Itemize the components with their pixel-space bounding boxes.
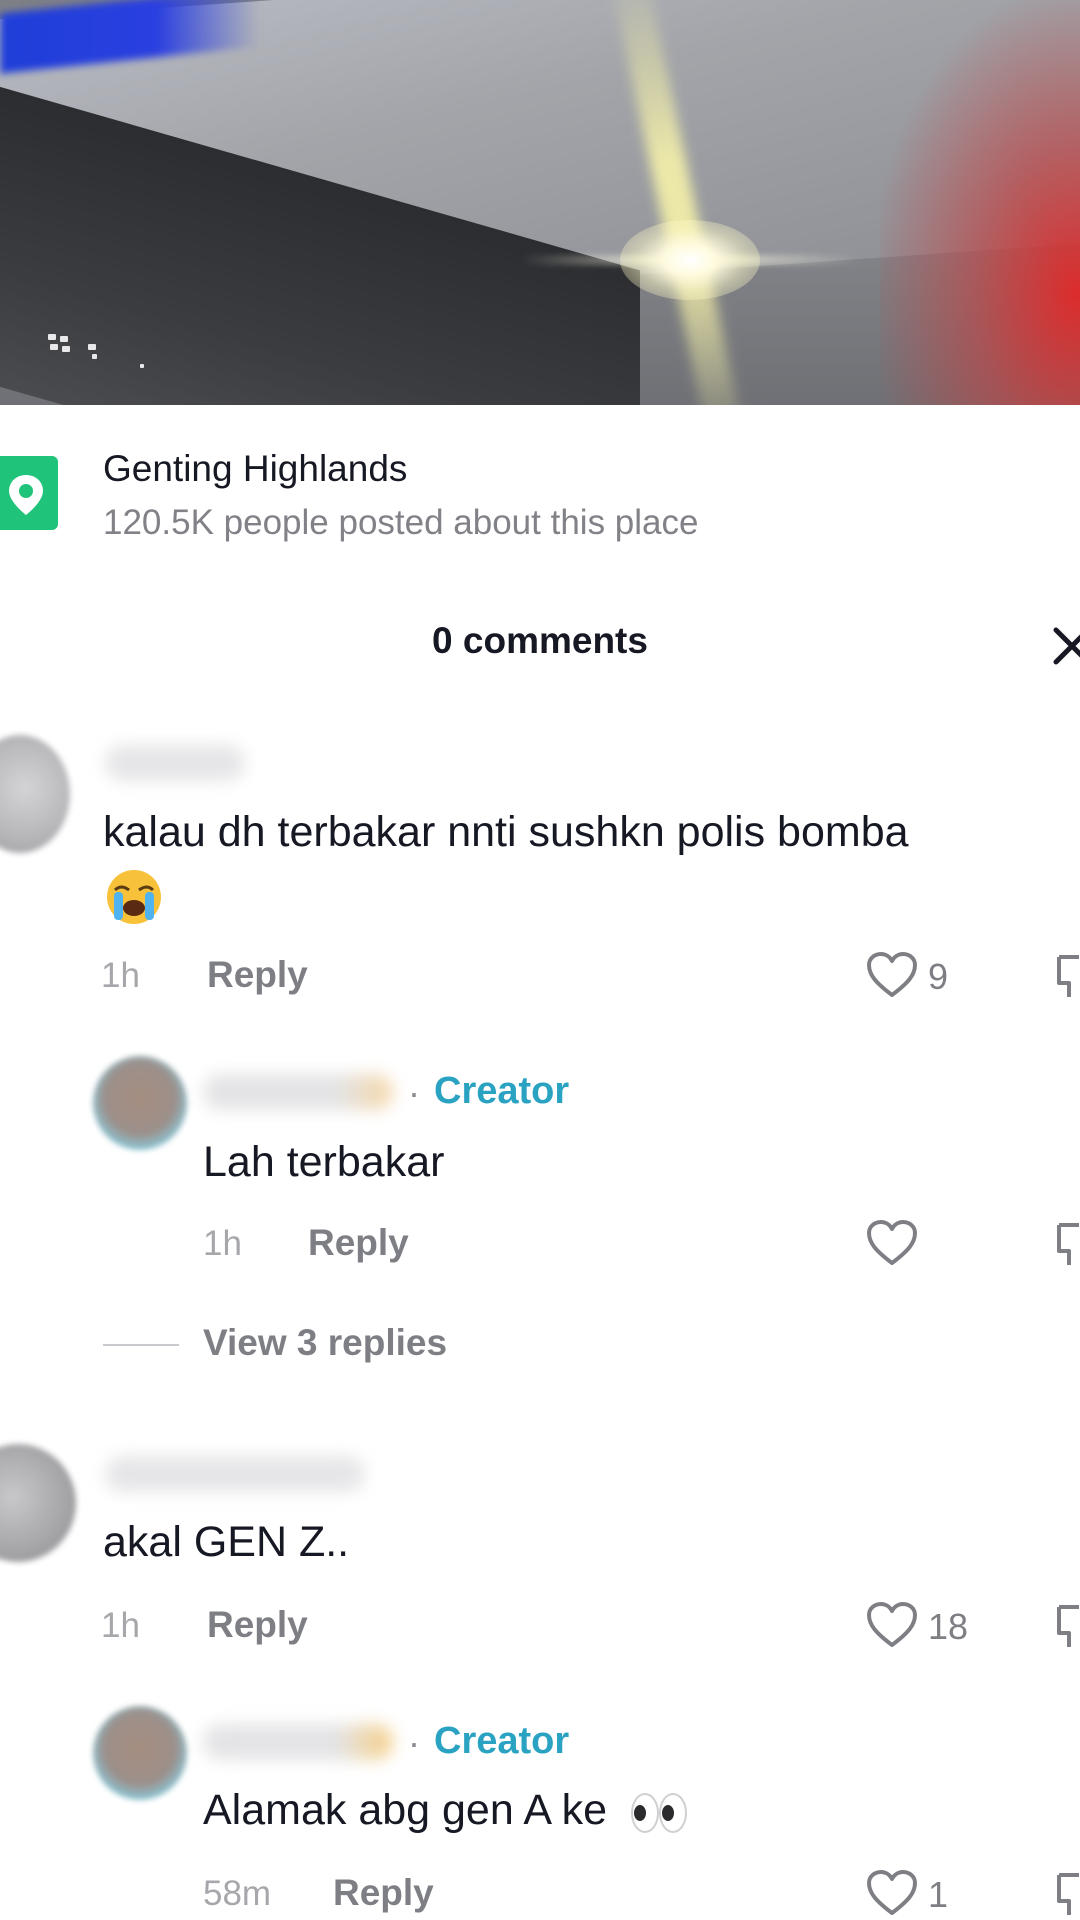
reply-text: Lah terbakar bbox=[203, 1138, 445, 1186]
creator-badge: Creator bbox=[434, 1070, 570, 1112]
creator-separator: · bbox=[408, 1722, 420, 1763]
username-blurred[interactable] bbox=[105, 1456, 365, 1492]
heart-icon[interactable] bbox=[866, 1869, 918, 1917]
avatar[interactable] bbox=[0, 735, 70, 853]
video-light-flare bbox=[620, 220, 760, 300]
view-replies-divider bbox=[103, 1344, 179, 1346]
comments-screen: Genting Highlands 120.5K people posted a… bbox=[0, 0, 1080, 1920]
avatar[interactable] bbox=[0, 1444, 76, 1562]
dislike-icon[interactable] bbox=[1055, 953, 1080, 1001]
crying-face-emoji bbox=[105, 868, 163, 931]
reply-text-content: Alamak abg gen A ke bbox=[203, 1786, 608, 1834]
heart-icon[interactable] bbox=[866, 1219, 918, 1267]
location-badge bbox=[0, 456, 58, 530]
heart-icon[interactable] bbox=[866, 951, 918, 999]
comment-text: akal GEN Z.. bbox=[103, 1518, 350, 1566]
video-lights bbox=[20, 330, 160, 370]
reply-button[interactable]: Reply bbox=[207, 954, 308, 996]
location-title[interactable]: Genting Highlands bbox=[103, 448, 407, 490]
username-blurred[interactable] bbox=[203, 1724, 393, 1760]
location-row[interactable]: Genting Highlands 120.5K people posted a… bbox=[0, 440, 1080, 550]
location-subtitle: 120.5K people posted about this place bbox=[103, 503, 699, 542]
comments-count-title: 0 comments bbox=[432, 620, 648, 661]
avatar[interactable] bbox=[93, 1706, 187, 1800]
dislike-icon[interactable] bbox=[1055, 1603, 1080, 1651]
username-blurred[interactable] bbox=[203, 1074, 393, 1110]
comment-text-content: kalau dh terbakar nnti sushkn polis bomb… bbox=[103, 808, 909, 856]
location-pin-icon bbox=[9, 475, 43, 515]
dislike-icon[interactable] bbox=[1055, 1871, 1080, 1919]
comment-text: kalau dh terbakar nnti sushkn polis bomb… bbox=[103, 808, 909, 857]
comments-header: 0 comments bbox=[0, 620, 1080, 680]
reply-button[interactable]: Reply bbox=[333, 1872, 434, 1914]
video-red-light bbox=[880, 0, 1080, 405]
username-blurred[interactable] bbox=[105, 745, 245, 781]
eyes-emoji bbox=[630, 1792, 687, 1833]
view-replies-button[interactable]: View 3 replies bbox=[203, 1322, 447, 1364]
video-frame[interactable] bbox=[0, 0, 1080, 405]
avatar[interactable] bbox=[93, 1056, 187, 1150]
reply-text: Alamak abg gen A ke bbox=[203, 1786, 689, 1835]
like-count: 9 bbox=[928, 956, 949, 997]
comment-time: 1h bbox=[101, 956, 140, 995]
heart-icon[interactable] bbox=[866, 1601, 918, 1649]
reply-time: 1h bbox=[203, 1224, 242, 1263]
creator-separator: · bbox=[408, 1072, 420, 1113]
like-count: 18 bbox=[928, 1606, 969, 1647]
like-count: 1 bbox=[928, 1874, 949, 1915]
comment-time: 1h bbox=[101, 1606, 140, 1645]
reply-time: 58m bbox=[203, 1874, 272, 1913]
reply-button[interactable]: Reply bbox=[207, 1604, 308, 1646]
reply-button[interactable]: Reply bbox=[308, 1222, 409, 1264]
creator-badge: Creator bbox=[434, 1720, 570, 1762]
close-icon[interactable] bbox=[1050, 624, 1080, 668]
dislike-icon[interactable] bbox=[1055, 1221, 1080, 1269]
